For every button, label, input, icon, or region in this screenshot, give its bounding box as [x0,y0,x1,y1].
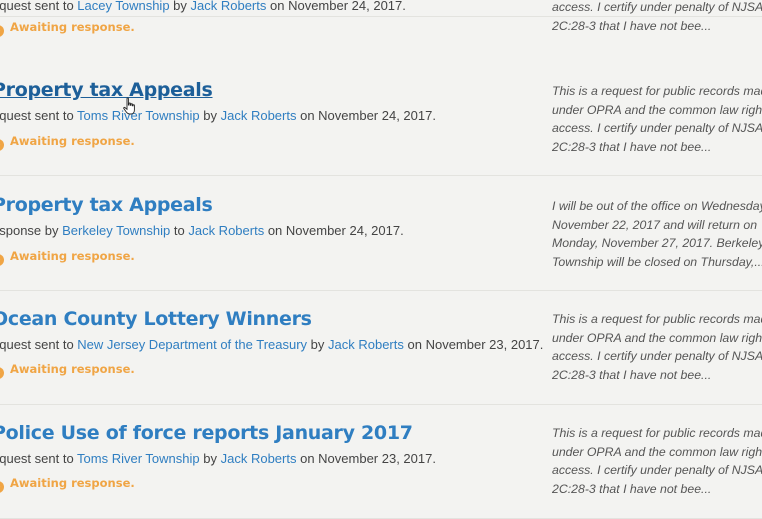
request-title-link[interactable]: Police Use of force reports January 2017 [0,422,413,444]
status-badge: ▸ Awaiting response. [0,134,135,151]
status-text: Awaiting response. [10,20,135,34]
request-excerpt: This is a request for public records mad… [552,424,762,498]
meta-prefix: esponse by [0,223,59,238]
authority-link[interactable]: Lacey Township [77,0,169,13]
hand-cursor-icon [123,97,135,115]
status-text: Awaiting response. [10,134,135,148]
authority-link[interactable]: New Jersey Department of the Treasury [77,337,307,352]
clock-icon: ▸ [0,367,4,379]
clock-icon: ▸ [0,481,4,493]
meta-mid: by [199,108,221,123]
meta-mid: to [170,223,189,238]
requester-link[interactable]: Jack Roberts [221,451,297,466]
meta-date: on November 24, 2017. [264,223,404,238]
meta-date: on November 24, 2017. [266,0,406,13]
request-meta: equest sent to New Jersey Department of … [0,337,543,352]
meta-mid: by [169,0,191,13]
authority-link[interactable]: Toms River Township [77,108,200,123]
request-item: equest sent to Lacey Township by Jack Ro… [0,0,762,37]
request-item: Property tax Appeals equest sent to Toms… [0,61,762,176]
request-excerpt: This is a request for public records mad… [552,310,762,384]
request-meta: equest sent to Toms River Township by Ja… [0,451,436,466]
request-meta: esponse by Berkeley Township to Jack Rob… [0,223,404,238]
requester-link[interactable]: Jack Roberts [188,223,264,238]
excerpt-line: access. I certify under penalty of NJSA [552,349,762,363]
meta-date: on November 24, 2017. [296,108,436,123]
status-badge: ▸ Awaiting response. [0,476,135,493]
meta-prefix: equest sent to [0,108,78,123]
meta-date: on November 23, 2017. [403,337,544,352]
excerpt-line: 2C:28-3 that I have not bee... [552,367,712,382]
request-title-link[interactable]: Ocean County Lottery Winners [0,308,312,330]
status-badge: ▸ Awaiting response. [0,249,135,266]
authority-link[interactable]: Berkeley Township [62,223,170,238]
meta-mid: by [199,451,221,466]
request-excerpt: This is a request for public records mad… [552,82,762,156]
meta-prefix: equest sent to [0,451,78,466]
request-item: Ocean County Lottery Winners equest sent… [0,290,762,405]
request-excerpt: I will be out of the office on Wednesday… [552,197,762,271]
status-text: Awaiting response. [10,362,135,376]
excerpt-line: This is a request for public records mad… [552,312,762,326]
request-title-link[interactable]: Property tax Appeals [0,79,213,101]
excerpt-line: This is a request for public records mad… [552,426,762,440]
excerpt-line: under OPRA and the common law right of [552,330,762,345]
excerpt-line: This is a request for public records mad… [552,84,762,98]
excerpt-line: access. I certify under penalty of NJSA [552,463,762,477]
excerpt-line: 2C:28-3 that I have not bee... [552,481,712,496]
requester-link[interactable]: Jack Roberts [191,0,267,13]
excerpt-line: under OPRA and the common law right of [552,444,762,459]
excerpt-line: Monday, November 27, 2017. Berkeley [552,236,762,250]
clock-icon: ▸ [0,25,4,37]
meta-mid: by [307,337,329,352]
request-item: Police Use of force reports January 2017… [0,404,762,519]
request-meta: equest sent to Toms River Township by Ja… [0,108,436,123]
excerpt-line: access. I certify under penalty of NJSA [552,0,762,14]
request-title-link[interactable]: Property tax Appeals [0,194,213,216]
request-item: Property tax Appeals esponse by Berkeley… [0,176,762,291]
excerpt-line: 2C:28-3 that I have not bee... [552,139,712,154]
request-excerpt: access. I certify under penalty of NJSA … [552,0,762,35]
requester-link[interactable]: Jack Roberts [221,108,297,123]
excerpt-line: I will be out of the office on Wednesday… [552,199,762,213]
status-text: Awaiting response. [10,249,135,263]
excerpt-line: under OPRA and the common law right of [552,102,762,117]
excerpt-line: Township will be closed on Thursday,... [552,254,762,269]
clock-icon: ▸ [0,254,4,266]
request-meta: equest sent to Lacey Township by Jack Ro… [0,0,406,13]
meta-date: on November 23, 2017. [296,451,436,466]
meta-prefix: equest sent to [0,0,78,13]
excerpt-line: November 22, 2017 and will return on [552,217,758,232]
status-text: Awaiting response. [10,476,135,490]
excerpt-line: 2C:28-3 that I have not bee... [552,18,712,33]
status-badge: ▸ Awaiting response. [0,20,135,37]
excerpt-line: access. I certify under penalty of NJSA [552,121,762,135]
requester-link[interactable]: Jack Roberts [328,337,404,352]
status-badge: ▸ Awaiting response. [0,362,135,379]
authority-link[interactable]: Toms River Township [77,451,200,466]
meta-prefix: equest sent to [0,337,78,352]
clock-icon: ▸ [0,139,4,151]
